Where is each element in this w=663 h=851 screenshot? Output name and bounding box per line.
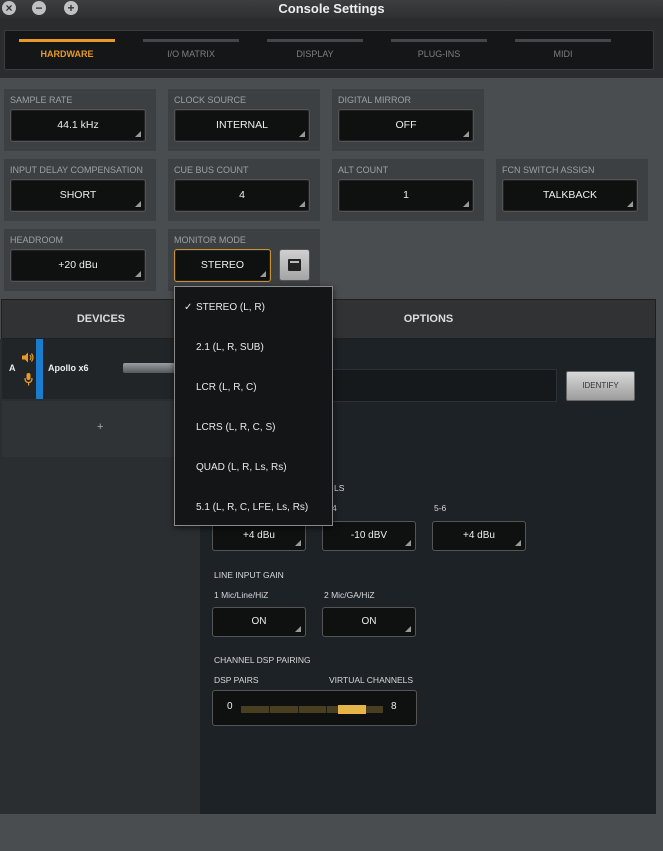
ch2-label: 2 Mic/GA/HiZ	[324, 590, 375, 600]
menu-item-lcrs[interactable]: LCRS (L, R, C, S)	[175, 408, 332, 448]
fcn-switch-label: FCN SWITCH ASSIGN	[502, 165, 595, 175]
fcn-switch-group: FCN SWITCH ASSIGN TALKBACK	[496, 159, 648, 221]
menu-item-2-1[interactable]: 2.1 (L, R, SUB)	[175, 328, 332, 368]
sample-rate-dropdown[interactable]: 44.1 kHz	[10, 109, 146, 142]
device-color-strip	[36, 339, 43, 399]
alt-count-group: ALT COUNT 1	[332, 159, 484, 221]
dsp-pairing-slider[interactable]: 0 8	[212, 690, 417, 726]
tab-bar: HARDWARE I/O MATRIX DISPLAY PLUG-INS MID…	[4, 30, 654, 70]
devices-header: DEVICES	[1, 299, 201, 339]
tab-bar-area: HARDWARE I/O MATRIX DISPLAY PLUG-INS MID…	[0, 18, 663, 78]
input-delay-dropdown[interactable]: SHORT	[10, 179, 146, 212]
slider-track[interactable]	[241, 705, 383, 714]
alt-count-dropdown[interactable]: 1	[338, 179, 474, 212]
bottom-strip	[0, 814, 663, 851]
sample-rate-group: SAMPLE RATE 44.1 kHz	[4, 89, 156, 151]
device-name: Apollo x6	[48, 363, 89, 373]
level-dropdown-2[interactable]: -10 dBV	[322, 521, 416, 551]
device-slot-letter: A	[9, 363, 16, 373]
slider-max-value: 8	[391, 701, 397, 712]
digital-mirror-group: DIGITAL MIRROR OFF	[332, 89, 484, 151]
digital-mirror-label: DIGITAL MIRROR	[338, 95, 412, 105]
checkmark-icon: ✓	[184, 302, 193, 313]
ch1-label: 1 Mic/Line/HiZ	[214, 590, 269, 600]
clock-source-label: CLOCK SOURCE	[174, 95, 247, 105]
cue-bus-count-dropdown[interactable]: 4	[174, 179, 310, 212]
cue-bus-count-label: CUE BUS COUNT	[174, 165, 249, 175]
device-row[interactable]: A Apollo x6	[2, 339, 198, 399]
menu-item-lcr[interactable]: LCR (L, R, C)	[175, 368, 332, 408]
window-icon	[288, 259, 301, 271]
monitor-mode-menu: ✓ STEREO (L, R) 2.1 (L, R, SUB) LCR (L, …	[174, 286, 333, 526]
monitor-mode-label: MONITOR MODE	[174, 235, 246, 245]
dsp-pairing-title: CHANNEL DSP PAIRING	[214, 655, 311, 665]
headroom-label: HEADROOM	[10, 235, 64, 245]
slider-min-value: 0	[227, 701, 233, 712]
speaker-icon[interactable]	[22, 352, 34, 363]
monitor-window-button[interactable]	[279, 249, 310, 281]
tab-midi[interactable]: MIDI	[501, 31, 625, 69]
window-title: Console Settings	[278, 1, 385, 16]
tab-plug-ins[interactable]: PLUG-INS	[377, 31, 501, 69]
slider-handle[interactable]	[338, 705, 366, 714]
identify-button[interactable]: IDENTIFY	[566, 371, 635, 401]
dsp-pairs-label: DSP PAIRS	[214, 675, 259, 685]
virtual-channels-label: VIRTUAL CHANNELS	[329, 675, 414, 685]
sample-rate-label: SAMPLE RATE	[10, 95, 73, 105]
headroom-dropdown[interactable]: +20 dBu	[10, 249, 146, 282]
fcn-switch-dropdown[interactable]: TALKBACK	[502, 179, 638, 212]
clock-source-dropdown[interactable]: INTERNAL	[174, 109, 310, 142]
levels-title: LS	[334, 483, 345, 493]
level-col-56-label: 5-6	[434, 503, 447, 513]
apollo-device-icon	[123, 363, 175, 373]
add-icon[interactable]: +	[97, 421, 103, 433]
tab-display[interactable]: DISPLAY	[253, 31, 377, 69]
alt-count-label: ALT COUNT	[338, 165, 389, 175]
menu-item-stereo[interactable]: ✓ STEREO (L, R)	[175, 288, 332, 328]
tab-io-matrix[interactable]: I/O MATRIX	[129, 31, 253, 69]
ch1-gain-dropdown[interactable]: ON	[212, 607, 306, 637]
cue-bus-count-group: CUE BUS COUNT 4	[168, 159, 320, 221]
add-device-slot[interactable]: +	[2, 401, 198, 457]
devices-pane: A Apollo x6 +	[0, 339, 200, 814]
monitor-mode-dropdown[interactable]: STEREO	[174, 249, 271, 282]
title-bar: × − + Console Settings	[0, 0, 663, 18]
input-delay-label: INPUT DELAY COMPENSATION	[10, 165, 143, 175]
tab-hardware[interactable]: HARDWARE	[5, 31, 129, 69]
clock-source-group: CLOCK SOURCE INTERNAL	[168, 89, 320, 151]
level-dropdown-3[interactable]: +4 dBu	[432, 521, 526, 551]
menu-item-5-1[interactable]: 5.1 (L, R, C, LFE, Ls, Rs)	[175, 488, 332, 528]
line-input-gain-title: LINE INPUT GAIN	[214, 570, 284, 580]
digital-mirror-dropdown[interactable]: OFF	[338, 109, 474, 142]
microphone-icon[interactable]	[24, 373, 33, 386]
ch2-gain-dropdown[interactable]: ON	[322, 607, 416, 637]
headroom-group: HEADROOM +20 dBu	[4, 229, 156, 291]
menu-item-quad[interactable]: QUAD (L, R, Ls, Rs)	[175, 448, 332, 488]
input-delay-group: INPUT DELAY COMPENSATION SHORT	[4, 159, 156, 221]
